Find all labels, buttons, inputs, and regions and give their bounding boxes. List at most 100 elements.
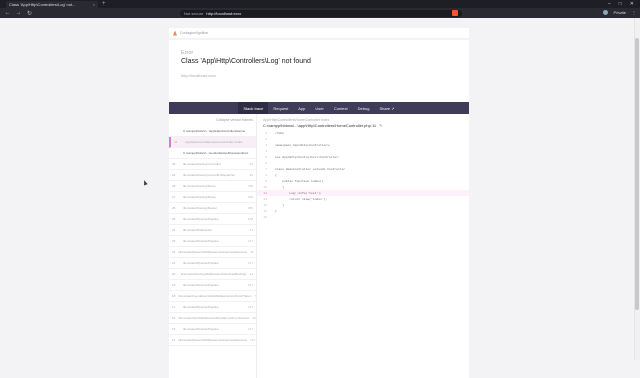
frame-row[interactable]: 25 Illuminate\Pipeline\Pipeline 128 [169, 214, 256, 225]
tab-user[interactable]: User [310, 102, 328, 114]
page-content: Contagion/Ignition Error Class 'App\Http… [0, 18, 634, 378]
line-code: Log::info('test'); [275, 191, 322, 195]
frame-line: 54 [249, 162, 253, 166]
frame-row[interactable]: 23 Illuminate\Pipeline\Pipeline 167 [169, 236, 256, 247]
frame-row[interactable]: 19 Illuminate\Pipeline\Pipeline 167 [169, 280, 256, 291]
reload-icon[interactable]: ↻ [26, 10, 33, 17]
frame-number: 16 [172, 316, 176, 320]
frame-number: 24 [172, 228, 176, 232]
line-number: 15 [263, 215, 267, 219]
new-tab-button[interactable]: + [102, 1, 106, 7]
frame-number: 27 [172, 195, 176, 199]
frame-number: 14 [172, 338, 176, 342]
not-secure-label: Not secure [184, 10, 204, 16]
frame-row[interactable]: 29 Illuminate\Routing\ControllerDispatche… [169, 170, 256, 181]
close-window-icon[interactable]: ✕ [630, 1, 634, 7]
frame-line: 167 [247, 239, 253, 243]
line-number: 14 [263, 209, 267, 213]
line-number: 6 [265, 161, 267, 165]
tab-share[interactable]: Share ➚ [374, 102, 399, 114]
pencil-icon[interactable]: ✎ [379, 123, 382, 128]
share-label: Share [379, 105, 391, 111]
frames-list: Collapse vendor frames C:\xampp\htdocs\.… [169, 114, 257, 378]
frame-row[interactable]: C:\xampp\htdocs\...\app\Http\Controllers… [169, 126, 256, 137]
frame-row[interactable]: 30 Illuminate\Routing\Controller 54 [169, 159, 256, 170]
frame-number: 21 [172, 261, 176, 265]
frame-text: Illuminate\Routing\Router [183, 206, 217, 210]
frame-number: 26 [172, 206, 176, 210]
line-number: 10 [263, 185, 267, 189]
frame-number: 20 [172, 272, 176, 276]
frame-row[interactable]: 15 Illuminate\Pipeline\Pipeline 167 [169, 324, 256, 335]
frame-row[interactable]: 21 Illuminate\Pipeline\Pipeline 167 [169, 258, 256, 269]
frame-row[interactable]: 31 App\Http\Controllers\HomeController::i… [169, 137, 256, 148]
frame-line: 49 [250, 250, 254, 254]
frame-row[interactable]: C:\xampp\htdocs\...\vendor\laravel\frame… [169, 148, 256, 159]
tab-app[interactable]: App [293, 102, 310, 114]
scrollbar-thumb[interactable] [635, 38, 639, 310]
collapse-vendor-button[interactable]: Collapse vendor frames [216, 118, 253, 122]
code-viewer: App\Http\Controllers\HomeController:inde… [257, 114, 469, 378]
frame-row[interactable]: 28 Illuminate\Routing\Route 239 [169, 181, 256, 192]
frame-row[interactable]: 26 Illuminate\Routing\Router 685 [169, 203, 256, 214]
frame-text: Illuminate\Routing\Route [183, 184, 216, 188]
tab-bar: Stack trace Request App User Context Deb… [169, 102, 469, 114]
share-icon: ➚ [391, 105, 395, 111]
frame-row[interactable]: 22 Illuminate\Session\Middleware\Authenti… [169, 247, 256, 258]
tab-request[interactable]: Request [268, 102, 293, 114]
frame-line: 167 [247, 305, 253, 309]
code-lines: 1 <?php 2 3 namespace App\Http\Controllers; 4… [257, 130, 469, 220]
frame-text: Illuminate\Pipeline\Pipeline [183, 283, 219, 287]
address-bar[interactable]: Not secure http://localhost:xxxx [180, 9, 462, 17]
frame-text: Illuminate\Pipeline\Pipeline [183, 305, 219, 309]
error-url[interactable]: http://localhost:xxxx [181, 73, 457, 78]
frame-number: 25 [172, 217, 176, 221]
frame-text: Illuminate\Pipeline\Pipeline [183, 239, 219, 243]
tab-stack-trace[interactable]: Stack trace [238, 102, 269, 114]
menu-icon[interactable]: ⋮ [632, 10, 636, 15]
frame-line: 49 [252, 316, 256, 320]
tab-debug[interactable]: Debug [353, 102, 375, 114]
profile-label[interactable]: Private [614, 10, 626, 15]
frame-line: 41 [249, 228, 253, 232]
frame-text: Illuminate\Routing\Controller [183, 162, 221, 166]
frame-line: 239 [247, 184, 253, 188]
frame-number: 22 [172, 250, 176, 254]
shield-icon[interactable] [452, 10, 458, 16]
tab-close-icon[interactable]: × [93, 2, 95, 7]
back-icon[interactable]: ← [4, 10, 11, 16]
maximize-icon[interactable]: □ [619, 1, 622, 7]
frame-text: Illuminate\Pipeline\Pipeline [183, 327, 219, 331]
frame-row[interactable]: 14 Illuminate\Session\Middleware\Authenti… [169, 335, 256, 346]
frame-number: 18 [172, 294, 176, 298]
frame-line: 167 [247, 283, 253, 287]
frame-number: 28 [172, 184, 176, 188]
tab-title: Class 'App\Http\Controllers\Log' not... [9, 1, 76, 7]
frame-line: 685 [247, 206, 253, 210]
frame-number: 17 [172, 305, 176, 309]
minimize-icon[interactable]: – [608, 1, 611, 7]
scrollbar[interactable] [634, 18, 640, 360]
frame-row[interactable]: 27 Illuminate\Routing\Route 196 [169, 192, 256, 203]
breadcrumb[interactable]: Contagion/Ignition [180, 31, 208, 35]
frame-text: App\Http\Controllers\HomeController::ind… [185, 140, 243, 144]
frame-text: Illuminate\Routing\ControllerDispatcher [183, 173, 236, 177]
line-number: 11 [263, 191, 267, 195]
frame-row[interactable]: 17 Illuminate\Pipeline\Pipeline 167 [169, 302, 256, 313]
tab-context[interactable]: Context [329, 102, 353, 114]
frame-row[interactable]: 20 Illuminate\Routing\Middleware\Substitu… [169, 269, 256, 280]
forward-icon[interactable]: → [15, 10, 22, 16]
browser-tab[interactable]: Class 'App\Http\Controllers\Log' not... … [6, 0, 98, 8]
line-number: 3 [265, 143, 267, 147]
line-code: { [275, 173, 277, 177]
frame-text: C:\xampp\htdocs\...\app\Http\Controllers… [183, 129, 246, 133]
line-number: 13 [263, 203, 267, 207]
line-number: 1 [265, 131, 267, 135]
frame-text: Illuminate\Middleware [183, 228, 213, 232]
frame-row[interactable]: 16 Illuminate\View\Middleware\ShareErrors… [169, 313, 256, 324]
avatar[interactable] [602, 10, 608, 15]
line-code: <?php [275, 131, 285, 135]
frame-row[interactable]: 24 Illuminate\Middleware 41 [169, 225, 256, 236]
frame-row[interactable]: 18 Illuminate\Foundation\Http\Middleware\… [169, 291, 256, 302]
frame-number: 15 [172, 327, 176, 331]
